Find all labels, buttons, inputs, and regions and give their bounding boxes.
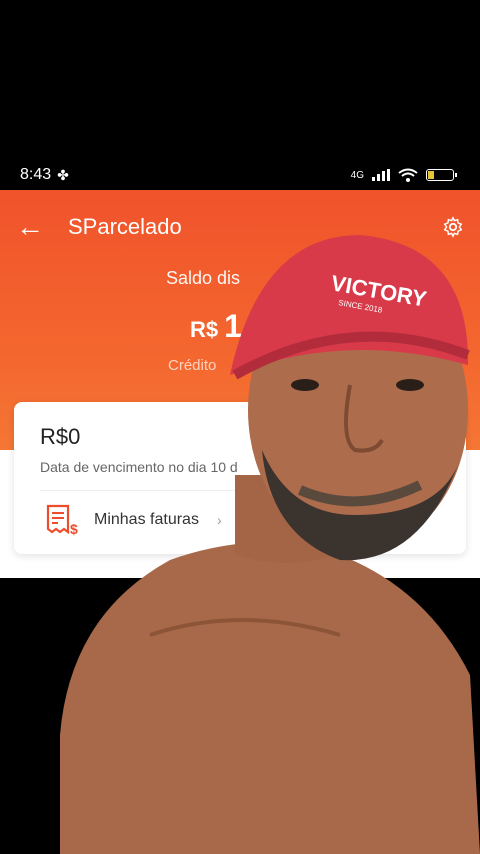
screen: 8:43 ✤ 4G ← SParcelado Saldo dis R$ 1 Cr… [0, 0, 480, 854]
pinwheel-icon: ✤ [57, 166, 69, 183]
status-bar: 8:43 ✤ 4G [0, 160, 480, 190]
battery-fill [428, 171, 434, 179]
battery-icon [426, 169, 457, 181]
signal-icon [372, 169, 390, 181]
status-right: 4G [350, 168, 457, 182]
status-time: 8:43 [20, 166, 52, 183]
wifi-icon [398, 168, 418, 182]
status-left: 8:43 ✤ [20, 166, 69, 184]
person-video-overlay: VICTORY SINCE 2018 [60, 235, 480, 854]
network-type: 4G [350, 169, 364, 181]
